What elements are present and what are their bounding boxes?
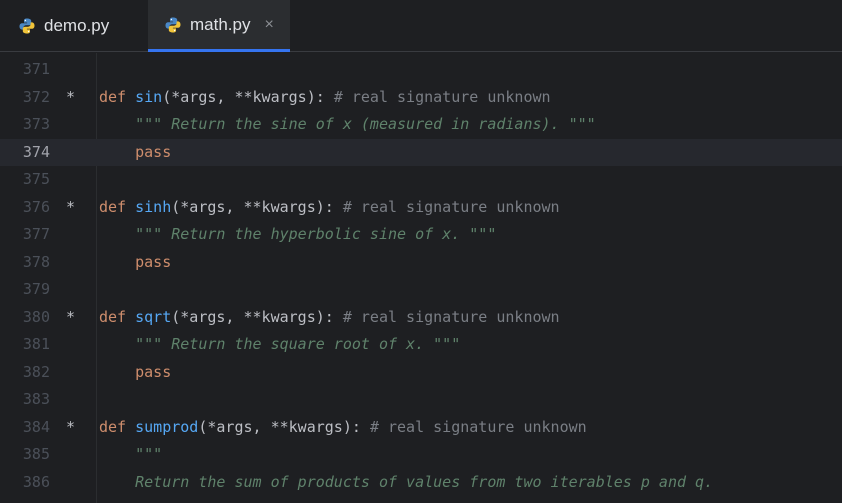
- function-name: sumprod: [135, 417, 199, 436]
- code-text: Return the sum of products of values fro…: [99, 469, 713, 497]
- close-icon[interactable]: ×: [264, 16, 273, 34]
- code-line[interactable]: 372 * def sin(*args, **kwargs): # real sig…: [0, 84, 842, 112]
- line-number: 386: [22, 472, 50, 491]
- code-line[interactable]: 374 pass: [0, 138, 842, 167]
- code-line[interactable]: 386 Return the sum of products of values…: [0, 469, 842, 497]
- line-number: 382: [22, 362, 50, 381]
- line-number: 371: [22, 60, 50, 78]
- keyword: def: [99, 307, 127, 326]
- docstring: """: [135, 445, 163, 463]
- line-number: 385: [22, 445, 50, 463]
- signature: (*args, **kwargs):: [171, 307, 343, 326]
- code-line[interactable]: 384 * def sumprod(*args, **kwargs): # real…: [0, 414, 842, 442]
- docstring: """ Return the hyperbolic sine of x. """: [135, 225, 497, 243]
- code-text: """: [99, 441, 162, 469]
- python-icon: [19, 18, 35, 34]
- code-text: def sumprod(*args, **kwargs): # real sig…: [99, 414, 587, 442]
- line-number: 376: [22, 197, 50, 216]
- function-name: sqrt: [135, 307, 172, 326]
- code-line[interactable]: 378 pass: [0, 249, 842, 277]
- gutter-marker[interactable]: *: [66, 84, 75, 112]
- code-line[interactable]: 382 pass: [0, 359, 842, 387]
- comment: # real signature unknown: [342, 197, 560, 216]
- comment: # real signature unknown: [333, 87, 551, 106]
- code-line[interactable]: 371: [0, 56, 842, 84]
- docstring: """ Return the square root of x. """: [135, 335, 461, 353]
- line-number: 374: [22, 142, 50, 161]
- line-number: 383: [22, 390, 50, 408]
- keyword: def: [99, 87, 127, 106]
- line-number: 373: [22, 115, 50, 133]
- tab-demo-py[interactable]: demo.py: [0, 0, 148, 52]
- code-line[interactable]: 379: [0, 276, 842, 304]
- line-number: 384: [22, 417, 50, 436]
- gutter-marker[interactable]: *: [66, 304, 75, 332]
- line-number: 381: [22, 335, 50, 353]
- gutter-marker[interactable]: *: [66, 414, 75, 442]
- code-text: pass: [99, 139, 171, 167]
- code-line[interactable]: 385 """: [0, 441, 842, 469]
- function-name: sin: [135, 87, 163, 106]
- docstring: """ Return the sine of x (measured in ra…: [135, 115, 596, 133]
- tab-math-py[interactable]: math.py ×: [148, 0, 290, 52]
- line-number: 375: [22, 170, 50, 188]
- keyword: pass: [135, 142, 172, 161]
- docstring: Return the sum of products of values fro…: [135, 472, 714, 491]
- function-name: sinh: [135, 197, 172, 216]
- line-number: 380: [22, 307, 50, 326]
- comment: # real signature unknown: [369, 417, 587, 436]
- code-text: pass: [99, 249, 171, 277]
- code-text: """ Return the hyperbolic sine of x. """: [99, 221, 496, 249]
- code-text: def sin(*args, **kwargs): # real signatu…: [99, 84, 551, 112]
- signature: (*args, **kwargs):: [198, 417, 370, 436]
- code-line[interactable]: 375: [0, 166, 842, 194]
- code-text: pass: [99, 359, 171, 387]
- line-number: 377: [22, 225, 50, 243]
- code-editor[interactable]: 371 372 * def sin(*args, **kwargs): # real…: [0, 53, 842, 503]
- tab-label: demo.py: [44, 16, 110, 35]
- editor-tab-bar: demo.py math.py ×: [0, 0, 842, 52]
- keyword: pass: [135, 252, 172, 271]
- tab-label: math.py: [190, 14, 251, 34]
- signature: (*args, **kwargs):: [162, 87, 334, 106]
- line-number: 378: [22, 252, 50, 271]
- code-text: """ Return the sine of x (measured in ra…: [99, 111, 596, 139]
- code-line[interactable]: 383: [0, 386, 842, 414]
- code-line[interactable]: 380 * def sqrt(*args, **kwargs): # real si…: [0, 304, 842, 332]
- code-line[interactable]: 377 """ Return the hyperbolic sine of x.…: [0, 221, 842, 249]
- code-line[interactable]: 376 * def sinh(*args, **kwargs): # real si…: [0, 194, 842, 222]
- code-line[interactable]: 373 """ Return the sine of x (measured i…: [0, 111, 842, 139]
- keyword: def: [99, 417, 127, 436]
- python-icon: [165, 17, 181, 32]
- comment: # real signature unknown: [342, 307, 560, 326]
- code-text: """ Return the square root of x. """: [99, 331, 460, 359]
- code-text: def sqrt(*args, **kwargs): # real signat…: [99, 304, 560, 332]
- keyword: pass: [135, 362, 172, 381]
- line-number: 379: [22, 280, 50, 298]
- keyword: def: [99, 197, 127, 216]
- gutter-marker[interactable]: *: [66, 194, 75, 222]
- code-text: def sinh(*args, **kwargs): # real signat…: [99, 194, 560, 222]
- code-line[interactable]: 381 """ Return the square root of x. """: [0, 331, 842, 359]
- line-number: 372: [22, 87, 50, 106]
- signature: (*args, **kwargs):: [171, 197, 343, 216]
